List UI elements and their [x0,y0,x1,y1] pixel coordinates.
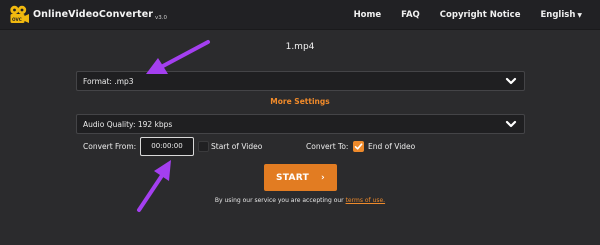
convert-to-label: Convert To: [306,142,349,151]
audio-quality-select[interactable]: Audio Quality: 192 kbps [76,114,525,134]
chevron-down-icon [505,120,517,128]
format-select[interactable]: Format: .mp3 [76,71,525,91]
logo[interactable]: OVC OnlineVideoConverter v3.0 [8,0,167,30]
nav-links: Home FAQ Copyright Notice English ▼ [354,0,582,30]
logo-version: v3.0 [155,14,168,21]
top-navbar: OVC OnlineVideoConverter v3.0 Home FAQ C… [0,0,600,30]
checkmark-icon [354,143,363,150]
logo-brand-text: OnlineVideoConverter [33,9,154,20]
terms-of-use-link[interactable]: terms of use. [346,197,386,204]
film-camera-logo-icon: OVC [10,5,29,23]
terms-notice: By using our service you are accepting o… [0,197,600,204]
convert-from-label: Convert From: [83,142,137,151]
nav-copyright-link[interactable]: Copyright Notice [440,10,521,20]
start-button[interactable]: START › [264,164,337,191]
language-label: English [540,10,576,20]
chevron-right-icon: › [321,172,326,183]
language-dropdown[interactable]: English ▼ [540,10,582,20]
nav-home-link[interactable]: Home [354,10,382,20]
file-name: 1.mp4 [285,42,315,52]
terms-text: By using our service you are accepting o… [214,197,344,204]
format-select-value: Format: .mp3 [83,76,134,86]
start-button-label: START [275,172,310,183]
svg-text:OVC: OVC [12,17,22,22]
end-of-video-checkbox[interactable] [353,141,364,152]
audio-quality-value: Audio Quality: 192 kbps [83,119,173,129]
chevron-down-icon [505,77,517,85]
more-settings-link[interactable]: More Settings [0,97,600,106]
start-of-video-checkbox[interactable] [198,141,209,152]
start-of-video-label: Start of Video [211,142,263,151]
nav-faq-link[interactable]: FAQ [401,10,420,20]
caret-down-icon: ▼ [577,11,582,19]
convert-from-time-input[interactable]: 00:00:00 [140,137,194,156]
end-of-video-label: End of Video [368,142,416,151]
